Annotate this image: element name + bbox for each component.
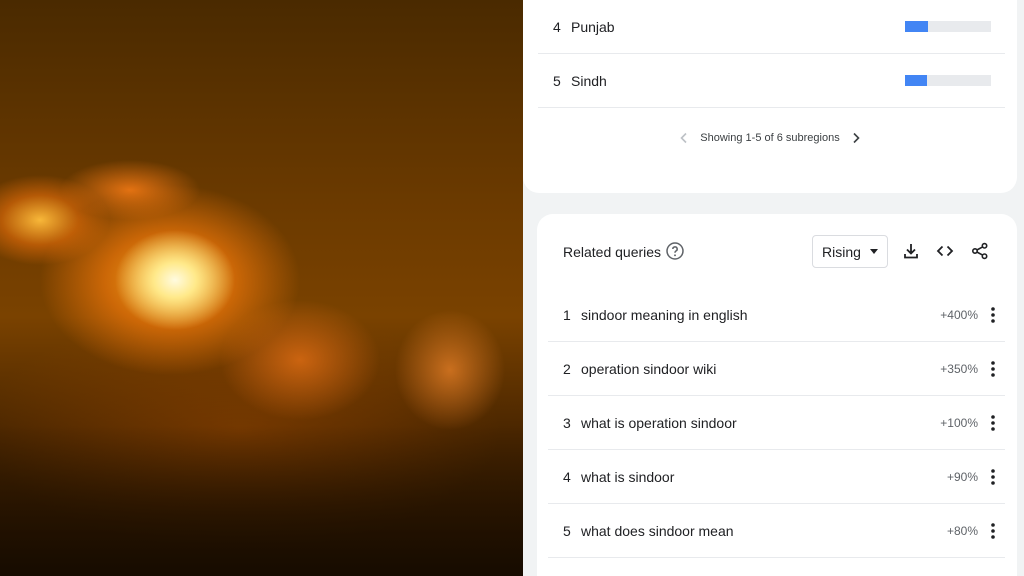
pager-label: Showing 1-5 of 6 subregions [700,132,840,144]
photo-ground [0,426,523,576]
chevron-right-icon[interactable] [846,128,866,148]
chevron-left-icon[interactable] [674,128,694,148]
query-value: +90% [946,470,978,484]
download-icon[interactable] [901,241,921,261]
query-text[interactable]: what is operation sindoor [581,415,737,431]
query-row[interactable]: 5 what does sindoor mean +80% [548,504,1005,558]
subregion-name: Sindh [571,72,607,89]
query-value: +80% [946,524,978,538]
subregion-pager: Showing 1-5 of 6 subregions [523,128,1017,148]
more-vert-icon[interactable] [983,521,1003,541]
query-value: +100% [940,416,978,430]
explosion-photo [0,0,523,576]
subregion-name: Punjab [571,18,615,35]
trends-panel: 4 Punjab 27 5 Sindh 26 Showing 1-5 of 6 … [523,0,1024,576]
query-rank: 3 [563,415,571,431]
subregion-bar-track [905,21,991,32]
query-value: +350% [940,362,978,376]
related-queries-header: Related queries Rising [537,214,1017,290]
more-vert-icon[interactable] [983,359,1003,379]
more-vert-icon[interactable] [983,413,1003,433]
help-icon[interactable] [665,241,685,261]
filter-select-value: Rising [822,243,861,260]
subregion-rank: 4 [553,18,561,35]
subregion-bar-fill [905,21,929,32]
related-queries-card: Related queries Rising 1 sindoor meaning… [537,214,1017,576]
related-queries-title: Related queries [563,244,662,260]
subregion-bar-track [905,75,991,86]
query-text[interactable]: sindoor meaning in english [581,307,748,323]
query-row[interactable]: 2 operation sindoor wiki +350% [548,342,1005,396]
query-text[interactable]: what is sindoor [581,469,674,485]
dropdown-arrow-icon [870,249,878,254]
query-row[interactable]: 1 sindoor meaning in english +400% [548,288,1005,342]
query-rank: 2 [563,361,571,377]
more-vert-icon[interactable] [983,467,1003,487]
query-rank: 5 [563,523,571,539]
subregion-row[interactable]: 5 Sindh 26 [538,54,1005,108]
query-value: +400% [940,308,978,322]
query-text[interactable]: what does sindoor mean [581,523,734,539]
subregion-row[interactable]: 4 Punjab 27 [538,0,1005,54]
subregion-rank: 5 [553,72,561,89]
query-row[interactable]: 4 what is sindoor +90% [548,450,1005,504]
query-rank: 4 [563,469,571,485]
filter-select[interactable]: Rising [812,235,888,268]
query-row[interactable]: 3 what is operation sindoor +100% [548,396,1005,450]
subregion-bar-fill [905,75,928,86]
more-vert-icon[interactable] [983,305,1003,325]
query-text[interactable]: operation sindoor wiki [581,361,716,377]
embed-code-icon[interactable] [935,241,955,261]
query-rank: 1 [563,307,571,323]
subregion-card: 4 Punjab 27 5 Sindh 26 Showing 1-5 of 6 … [523,0,1017,193]
share-icon[interactable] [970,241,990,261]
